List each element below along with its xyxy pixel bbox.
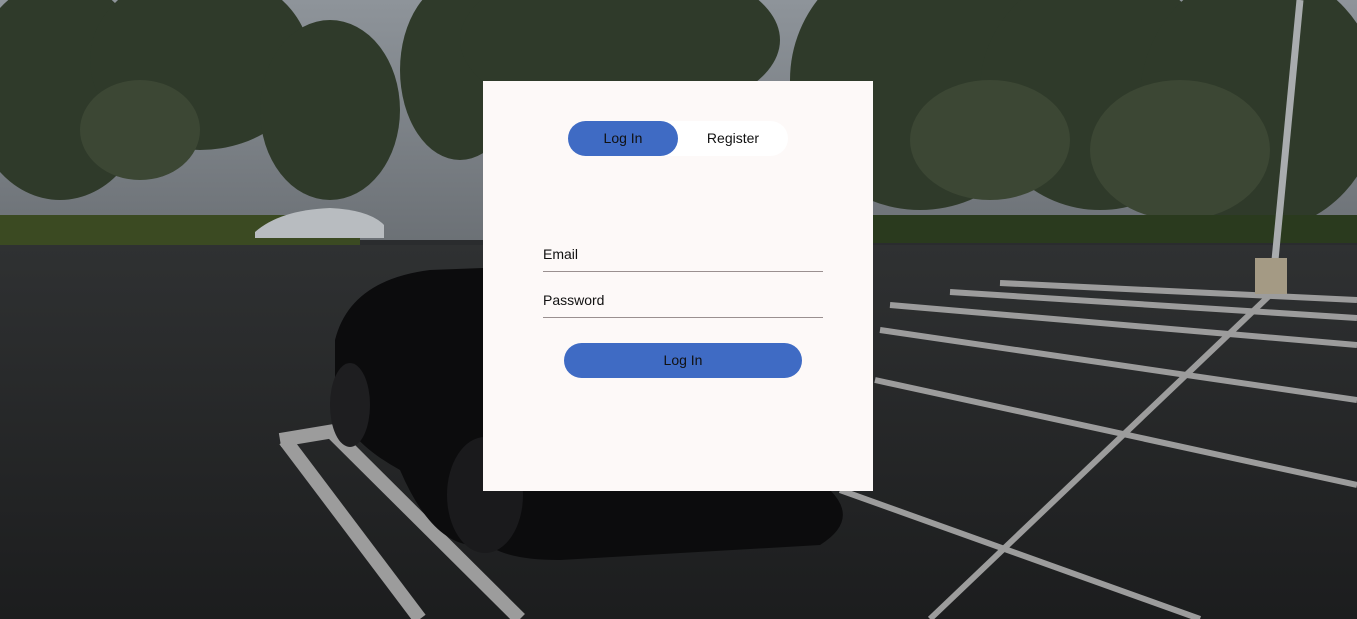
tab-log-in[interactable]: Log In xyxy=(568,121,678,156)
email-field-container xyxy=(543,239,823,272)
login-card: Log In Register Log In xyxy=(483,81,873,491)
email-field[interactable] xyxy=(543,239,823,269)
login-page: Log In Register Log In xyxy=(0,0,1357,619)
auth-mode-toggle: Log In Register xyxy=(568,121,788,156)
log-in-button[interactable]: Log In xyxy=(564,343,802,378)
password-field-container xyxy=(543,285,823,318)
tab-register[interactable]: Register xyxy=(678,121,788,156)
password-field[interactable] xyxy=(543,285,823,315)
